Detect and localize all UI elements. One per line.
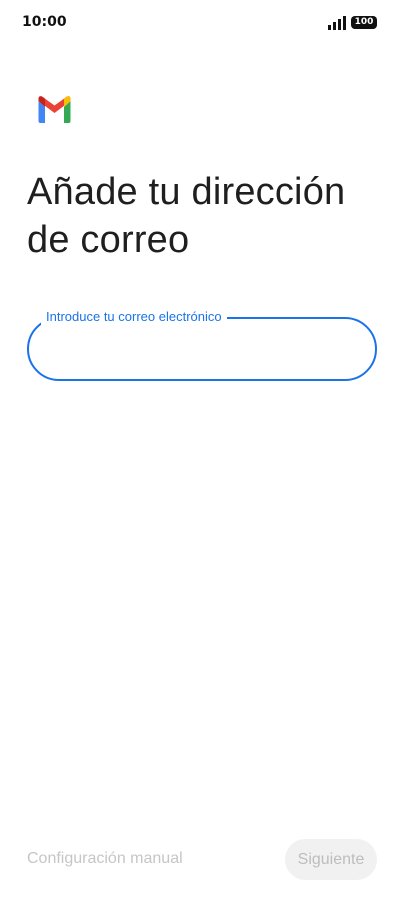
add-email-screen: 10:00 100 Añade tu dirección de correo I… bbox=[0, 0, 404, 900]
next-button[interactable]: Siguiente bbox=[285, 839, 377, 880]
battery-icon: 100 bbox=[351, 16, 377, 29]
signal-bars-icon bbox=[328, 16, 346, 30]
status-time: 10:00 bbox=[22, 14, 67, 30]
manual-setup-link[interactable]: Configuración manual bbox=[27, 850, 183, 868]
email-input[interactable] bbox=[45, 335, 355, 363]
email-field[interactable]: Introduce tu correo electrónico bbox=[27, 309, 377, 381]
status-bar: 10:00 100 bbox=[0, 0, 404, 44]
page-title: Añade tu dirección de correo bbox=[27, 171, 346, 261]
email-field-label: Introduce tu correo electrónico bbox=[41, 309, 227, 325]
gmail-logo-icon bbox=[38, 96, 71, 123]
